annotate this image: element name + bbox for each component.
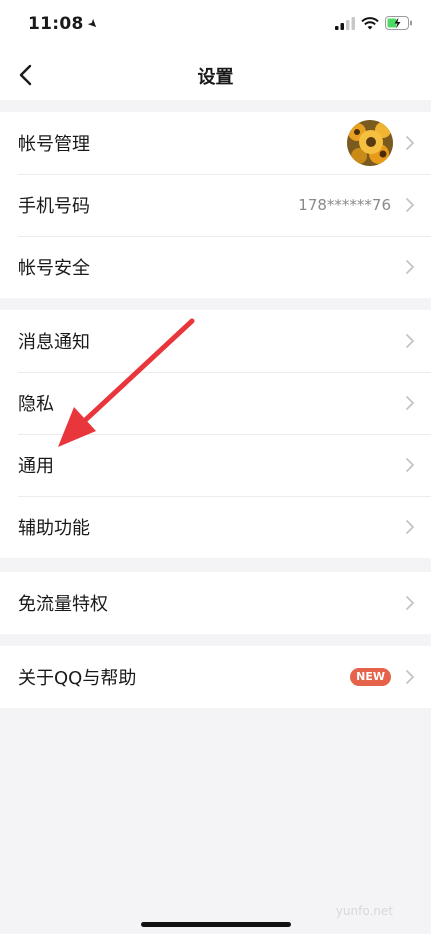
status-bar: 11:08➤ — [0, 0, 431, 50]
status-icons — [335, 16, 413, 30]
watermark: yunfo.net — [335, 904, 393, 918]
new-badge: NEW — [350, 668, 391, 686]
row-label: 通用 — [18, 456, 54, 477]
row-label: 隐私 — [18, 394, 54, 415]
wifi-icon — [361, 16, 379, 29]
row-label: 关于QQ与帮助 — [18, 668, 137, 689]
sunflower-avatar — [347, 120, 393, 166]
row-label: 免流量特权 — [18, 594, 108, 615]
settings-row-account-management[interactable]: 帐号管理 — [0, 112, 431, 174]
settings-row-account-security[interactable]: 帐号安全 — [0, 236, 431, 298]
status-time-text: 11:08 — [28, 14, 84, 34]
row-label: 帐号管理 — [18, 134, 90, 155]
row-label: 手机号码 — [18, 196, 90, 217]
battery-charging-icon — [385, 16, 412, 30]
settings-row-general[interactable]: 通用 — [0, 434, 431, 496]
settings-row-about-qq[interactable]: 关于QQ与帮助 NEW — [0, 646, 431, 708]
chevron-right-icon — [406, 396, 414, 410]
settings-row-accessibility[interactable]: 辅助功能 — [0, 496, 431, 558]
chevron-right-icon — [406, 136, 414, 150]
home-indicator[interactable] — [141, 922, 291, 927]
nav-bar: 设置 — [0, 50, 431, 100]
settings-row-data-free-privilege[interactable]: 免流量特权 — [0, 572, 431, 634]
row-label: 帐号安全 — [18, 258, 90, 279]
location-arrow-icon: ➤ — [84, 15, 102, 33]
avatar — [347, 120, 393, 166]
phone-number-value: 178******76 — [298, 196, 391, 214]
row-label: 消息通知 — [18, 332, 90, 353]
settings-row-notifications[interactable]: 消息通知 — [0, 310, 431, 372]
settings-row-phone-number[interactable]: 手机号码 178******76 — [0, 174, 431, 236]
chevron-right-icon — [406, 670, 414, 684]
chevron-right-icon — [406, 520, 414, 534]
cellular-signal-icon — [335, 16, 355, 30]
settings-row-privacy[interactable]: 隐私 — [0, 372, 431, 434]
chevron-right-icon — [406, 458, 414, 472]
data-free-group: 免流量特权 — [0, 572, 431, 634]
about-group: 关于QQ与帮助 NEW — [0, 646, 431, 708]
page-title: 设置 — [197, 67, 234, 88]
status-time: 11:08➤ — [28, 14, 102, 34]
chevron-right-icon — [406, 334, 414, 348]
general-group: 消息通知 隐私 通用 辅助功能 — [0, 310, 431, 558]
chevron-right-icon — [406, 198, 414, 212]
chevron-right-icon — [406, 596, 414, 610]
chevron-right-icon — [406, 260, 414, 274]
row-label: 辅助功能 — [18, 518, 90, 539]
account-group: 帐号管理 手机号码 178******76 帐号安全 — [0, 112, 431, 298]
